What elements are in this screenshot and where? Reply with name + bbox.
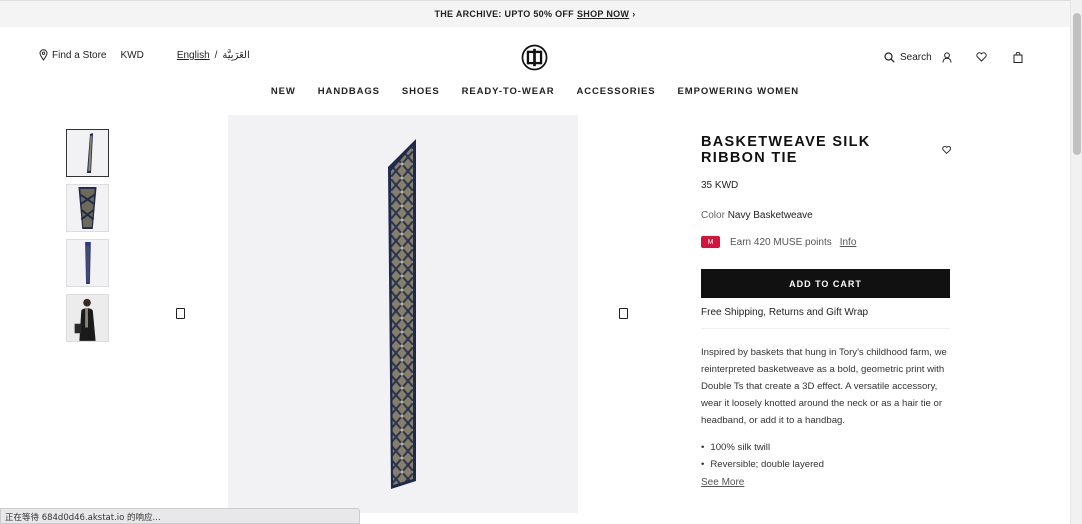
nav-item-shoes[interactable]: SHOES (391, 86, 451, 97)
currency-selector[interactable]: KWD (120, 50, 143, 61)
feature-item: Reversible; double layered (701, 456, 951, 473)
shipping-info: Free Shipping, Returns and Gift Wrap (701, 307, 950, 329)
see-more-link[interactable]: See More (701, 477, 744, 488)
promo-banner[interactable]: THE ARCHIVE: UPTO 50% OFF SHOP NOW › (0, 0, 1070, 27)
product-title: BASKETWEAVE SILK RIBBON TIE (701, 134, 871, 166)
next-image-button[interactable] (619, 308, 628, 319)
color-label: Color (701, 210, 725, 221)
cart-bag-button[interactable] (1011, 50, 1025, 64)
muse-badge-icon: M (701, 236, 720, 248)
find-store-label: Find a Store (52, 49, 107, 61)
header-left: Find a Store KWD English / العَرَبِيَّة (39, 49, 250, 61)
product-page: THE ARCHIVE: UPTO 50% OFF SHOP NOW › Fin… (0, 0, 1082, 524)
product-features-list: 100% silk twill Reversible; double layer… (701, 439, 951, 473)
model-wearing-thumbnail-image (67, 295, 108, 341)
account-button[interactable] (940, 50, 954, 64)
feature-item: 100% silk twill (701, 439, 951, 456)
thumbnail-gallery (66, 129, 110, 349)
language-arabic-link[interactable]: العَرَبِيَّة (222, 50, 249, 61)
brand-logo-icon[interactable] (521, 44, 548, 71)
ribbon-back-thumbnail-image (85, 242, 91, 284)
pin-icon (39, 49, 48, 61)
product-price: 35 KWD (701, 180, 739, 191)
shop-now-link[interactable]: SHOP NOW (577, 9, 629, 19)
nav-item-ready-to-wear[interactable]: READY-TO-WEAR (451, 86, 566, 97)
thumbnail-1[interactable] (66, 129, 109, 177)
previous-image-button[interactable] (176, 308, 185, 319)
product-details: BASKETWEAVE SILK RIBBON TIE 35 KWD Color… (701, 134, 951, 488)
ribbon-detail-thumbnail-image (78, 187, 97, 229)
page-scrollbar[interactable] (1070, 0, 1082, 524)
muse-points-text: Earn 420 MUSE points (730, 236, 832, 248)
search-icon (884, 51, 895, 63)
browser-status-bar: 正在等待 684d0d46.akstat.io 的响应... (0, 508, 360, 524)
promo-text: THE ARCHIVE: UPTO 50% OFF (434, 9, 574, 19)
main-product-image[interactable] (228, 115, 578, 513)
thumbnail-3[interactable] (66, 239, 109, 287)
ribbon-thumbnail-image (86, 133, 93, 173)
account-icon (942, 51, 952, 63)
find-store-link[interactable]: Find a Store (39, 49, 106, 61)
search-button[interactable]: Search (884, 52, 932, 63)
language-separator: / (214, 49, 218, 61)
thumbnail-4[interactable] (66, 294, 109, 342)
promo-chevron-icon: › (632, 9, 636, 19)
language-english-link[interactable]: English (177, 50, 210, 61)
header-right: Search (884, 50, 1025, 64)
ribbon-main-image (388, 139, 416, 489)
color-value: Navy Basketweave (727, 210, 813, 221)
bag-icon (1013, 51, 1023, 63)
add-to-cart-button[interactable]: ADD TO CART (701, 269, 950, 298)
main-navigation: NEW HANDBAGS SHOES READY-TO-WEAR ACCESSO… (0, 86, 1070, 97)
nav-item-handbags[interactable]: HANDBAGS (307, 86, 391, 97)
scrollbar-thumb[interactable] (1073, 13, 1081, 155)
product-description: Inspired by baskets that hung in Tory's … (701, 347, 947, 426)
nav-item-new[interactable]: NEW (260, 86, 307, 97)
color-row: Color Navy Basketweave (701, 210, 951, 221)
muse-points-row: M Earn 420 MUSE points Info (701, 236, 951, 248)
heart-icon (976, 52, 987, 62)
nav-item-accessories[interactable]: ACCESSORIES (565, 86, 666, 97)
thumbnail-2[interactable] (66, 184, 109, 232)
search-label: Search (900, 51, 932, 63)
muse-info-link[interactable]: Info (840, 237, 857, 248)
nav-item-empowering-women[interactable]: EMPOWERING WOMEN (667, 86, 811, 97)
wishlist-button[interactable] (975, 50, 989, 64)
add-to-wishlist-heart-icon[interactable] (941, 145, 951, 155)
